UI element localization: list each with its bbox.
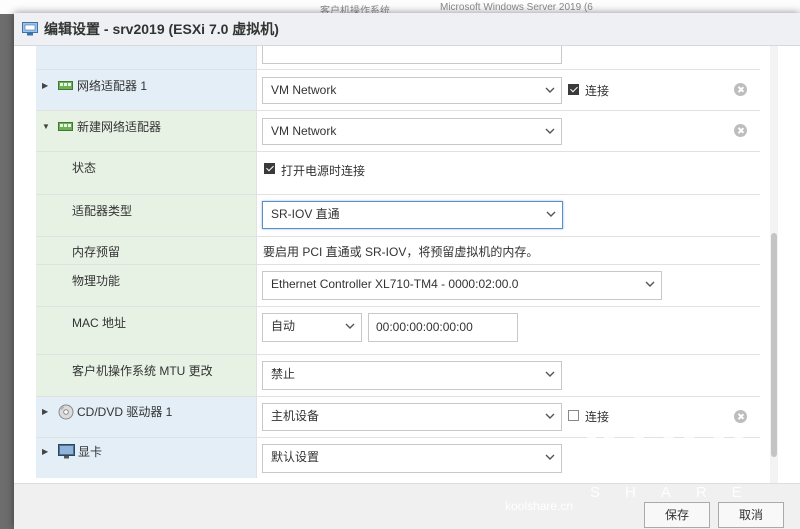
- new-network-adapter-label: 新建网络适配器: [77, 120, 162, 134]
- row-value-cell: SR-IOV 直通: [262, 195, 760, 236]
- row-label-cell: 状态: [36, 152, 257, 194]
- guest-mtu-select[interactable]: 禁止: [262, 361, 562, 390]
- chevron-down-icon: [345, 323, 355, 329]
- row-value-cell: VM Network: [262, 111, 760, 151]
- row-label-cell: ▶ CD/DVD 驱动器 1: [36, 397, 257, 437]
- cancel-button[interactable]: 取消: [718, 502, 784, 528]
- scrollbar-thumb[interactable]: [771, 233, 777, 457]
- network-adapter-1-network-value: VM Network: [271, 83, 337, 97]
- settings-row-partial: [36, 46, 760, 70]
- expand-down-icon[interactable]: ▼: [42, 122, 52, 131]
- expand-right-icon[interactable]: ▶: [42, 447, 52, 456]
- remove-network-adapter-1-icon[interactable]: [734, 83, 747, 96]
- row-mac-address: MAC 地址 自动 00:00:00:00:00:00: [36, 307, 760, 355]
- row-label-cell: 物理功能: [36, 265, 257, 306]
- row-label-cell: 客户机操作系统 MTU 更改: [36, 355, 257, 396]
- row-label-cell: ▶ 网络适配器 1: [36, 70, 257, 110]
- partial-select[interactable]: [262, 46, 562, 64]
- row-memory-reservation: 内存预留 要启用 PCI 直通或 SR-IOV，将预留虚拟机的内存。: [36, 237, 760, 265]
- network-card-icon: [58, 81, 73, 90]
- video-card-select[interactable]: 默认设置: [262, 444, 562, 473]
- connect-at-power-on-label: 打开电源时连接: [281, 164, 366, 178]
- physical-function-label: 物理功能: [72, 274, 121, 288]
- adapter-type-select[interactable]: SR-IOV 直通: [262, 201, 563, 229]
- row-value-cell: 要启用 PCI 直通或 SR-IOV，将预留虚拟机的内存。: [262, 237, 760, 264]
- watermark-logo: KOOL: [583, 414, 771, 483]
- row-value-cell: [262, 46, 760, 69]
- video-card-value: 默认设置: [271, 450, 320, 464]
- watermark-url: koolshare.cn: [505, 499, 574, 513]
- guest-mtu-value: 禁止: [271, 367, 296, 381]
- adapter-type-value: SR-IOV 直通: [271, 207, 340, 221]
- row-adapter-type: 适配器类型 SR-IOV 直通: [36, 195, 760, 237]
- save-button[interactable]: 保存: [644, 502, 710, 528]
- status-label: 状态: [72, 161, 97, 175]
- network-card-icon: [58, 122, 73, 131]
- row-label-cell: MAC 地址: [36, 307, 257, 354]
- cd-dvd-drive-label: CD/DVD 驱动器 1: [77, 405, 173, 419]
- cd-dvd-icon: [58, 404, 74, 419]
- chevron-down-icon: [645, 281, 655, 287]
- new-network-adapter-network-value: VM Network: [271, 124, 337, 138]
- physical-function-value: Ethernet Controller XL710-TM4 - 0000:02:…: [271, 277, 519, 291]
- memory-reservation-label: 内存预留: [72, 245, 121, 259]
- row-network-adapter-1: ▶ 网络适配器 1 VM Network 连接: [36, 70, 760, 111]
- row-label-cell: [36, 46, 257, 69]
- mac-address-input[interactable]: 00:00:00:00:00:00: [368, 313, 518, 342]
- adapter-type-label: 适配器类型: [72, 204, 133, 218]
- row-new-network-adapter: ▼ 新建网络适配器 VM Network: [36, 111, 760, 152]
- row-value-cell: 自动 00:00:00:00:00:00: [262, 307, 760, 354]
- dialog-title: 编辑设置 - srv2019 (ESXi 7.0 虚拟机): [44, 21, 279, 37]
- row-guest-mtu: 客户机操作系统 MTU 更改 禁止: [36, 355, 760, 397]
- row-label[interactable]: ▶ 显卡: [42, 443, 102, 460]
- chevron-down-icon: [545, 128, 555, 134]
- remove-new-network-adapter-icon[interactable]: [734, 124, 747, 137]
- video-card-label: 显卡: [78, 445, 103, 459]
- new-network-adapter-network-select[interactable]: VM Network: [262, 118, 562, 145]
- expand-right-icon[interactable]: ▶: [42, 81, 52, 90]
- network-adapter-1-connect-label: 连接: [585, 84, 610, 98]
- dialog-titlebar: 编辑设置 - srv2019 (ESXi 7.0 虚拟机): [14, 13, 800, 46]
- cd-dvd-connect-checkbox[interactable]: [568, 410, 579, 421]
- watermark-share: SHARE: [590, 484, 767, 501]
- guest-mtu-label: 客户机操作系统 MTU 更改: [72, 364, 213, 378]
- cd-dvd-device-select[interactable]: 主机设备: [262, 403, 562, 431]
- physical-function-select[interactable]: Ethernet Controller XL710-TM4 - 0000:02:…: [262, 271, 662, 300]
- cd-dvd-device-value: 主机设备: [271, 409, 320, 423]
- row-label[interactable]: ▼ 新建网络适配器: [42, 118, 161, 135]
- row-label-cell: 内存预留: [36, 237, 257, 264]
- row-value-cell: 禁止: [262, 355, 760, 396]
- row-value-cell: Ethernet Controller XL710-TM4 - 0000:02:…: [262, 265, 760, 306]
- row-status: 状态 打开电源时连接: [36, 152, 760, 195]
- expand-right-icon[interactable]: ▶: [42, 407, 52, 416]
- mac-address-label: MAC 地址: [72, 316, 127, 330]
- background-tab-guest-os-value: Microsoft Windows Server 2019 (6: [440, 2, 593, 13]
- network-adapter-1-network-select[interactable]: VM Network: [262, 77, 562, 104]
- chevron-down-icon: [545, 87, 555, 93]
- row-label[interactable]: ▶ CD/DVD 驱动器 1: [42, 403, 172, 420]
- chevron-down-icon: [546, 211, 556, 217]
- row-label-cell: ▼ 新建网络适配器: [36, 111, 257, 151]
- row-label-cell: ▶ 显卡: [36, 438, 257, 478]
- row-value-cell: 打开电源时连接: [262, 152, 760, 194]
- vm-icon: [22, 22, 38, 36]
- connect-at-power-on-checkbox[interactable]: [264, 163, 275, 174]
- row-value-cell: VM Network 连接: [262, 70, 760, 110]
- chevron-down-icon: [545, 371, 555, 377]
- memory-reservation-text: 要启用 PCI 直通或 SR-IOV，将预留虚拟机的内存。: [263, 245, 539, 259]
- row-label[interactable]: ▶ 网络适配器 1: [42, 77, 147, 94]
- mac-address-mode-value: 自动: [271, 319, 296, 333]
- row-label-cell: 适配器类型: [36, 195, 257, 236]
- mac-address-mode-select[interactable]: 自动: [262, 313, 362, 342]
- chevron-down-icon: [545, 413, 555, 419]
- monitor-icon: [58, 444, 75, 459]
- row-physical-function: 物理功能 Ethernet Controller XL710-TM4 - 000…: [36, 265, 760, 307]
- background-app-strip: 客户机操作系统 Microsoft Windows Server 2019 (6: [0, 0, 800, 17]
- network-adapter-1-connect-checkbox[interactable]: [568, 84, 579, 95]
- chevron-down-icon: [545, 454, 555, 460]
- network-adapter-1-label: 网络适配器 1: [77, 79, 148, 93]
